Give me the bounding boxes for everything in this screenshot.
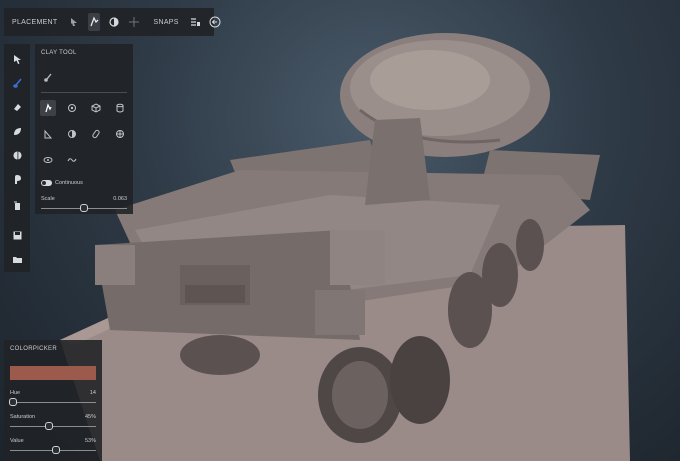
clay-brush-icon[interactable] [40,100,56,116]
snaps-label: SNAPS [153,18,179,26]
hue-slider-track[interactable] [10,402,96,403]
paint-icon[interactable] [8,170,26,188]
brush-icon[interactable] [8,74,26,92]
capsule-icon[interactable] [88,126,104,142]
continuous-toggle[interactable] [41,180,52,186]
clay-tool-title: CLAY TOOL [41,50,77,56]
left-toolbar [4,44,30,272]
clay-tool-panel: CLAY TOOL Continuous Scale 0.063 [35,44,133,214]
cone-icon[interactable] [40,126,56,142]
hue-slider-knob[interactable] [9,398,18,406]
cube-icon[interactable] [88,100,104,116]
curve-icon[interactable] [64,152,80,168]
export-icon[interactable] [8,196,26,214]
scale-label: Scale [41,196,55,202]
flatten-icon[interactable] [8,122,26,140]
value-slider-knob[interactable] [51,446,60,454]
sphere-brush-icon[interactable] [64,126,80,142]
smooth-icon[interactable] [64,100,80,116]
pointer-icon[interactable] [68,13,80,31]
panel-divider [41,92,127,93]
eraser-icon[interactable] [8,98,26,116]
continuous-label: Continuous [55,180,83,186]
fill-icon[interactable] [8,146,26,164]
dropper-icon[interactable] [40,70,56,86]
hue-label: Hue [10,390,21,396]
folder-icon[interactable] [8,250,26,268]
eye-icon[interactable] [40,152,56,168]
value-value: 53% [84,438,96,444]
value-label: Value [10,438,24,444]
saturation-slider-knob[interactable] [44,422,53,430]
scale-slider-knob[interactable] [80,204,88,212]
saturation-label: Saturation [10,414,36,420]
back-arrow-icon[interactable] [209,13,221,31]
transform-icon[interactable] [87,13,100,31]
colorpicker-title: COLORPICKER [10,346,57,352]
colorpicker-panel: COLORPICKER Hue 14 Saturation 45% Value … [4,340,102,461]
saturation-slider-track[interactable] [10,426,96,427]
placement-label: PLACEMENT [12,18,58,26]
crosshair-icon[interactable] [128,13,140,31]
cylinder-icon[interactable] [112,100,128,116]
list-icon[interactable] [189,13,201,31]
select-arrow-icon[interactable] [8,50,26,68]
hue-value: 14 [89,390,96,396]
saturation-value: 45% [84,414,96,420]
grid-sphere-icon[interactable] [112,126,128,142]
sphere-icon[interactable] [108,13,120,31]
scale-value: 0.063 [113,196,127,202]
color-swatch[interactable] [10,366,96,380]
top-toolbar: PLACEMENT SNAPS [4,8,221,36]
save-icon[interactable] [8,226,26,244]
